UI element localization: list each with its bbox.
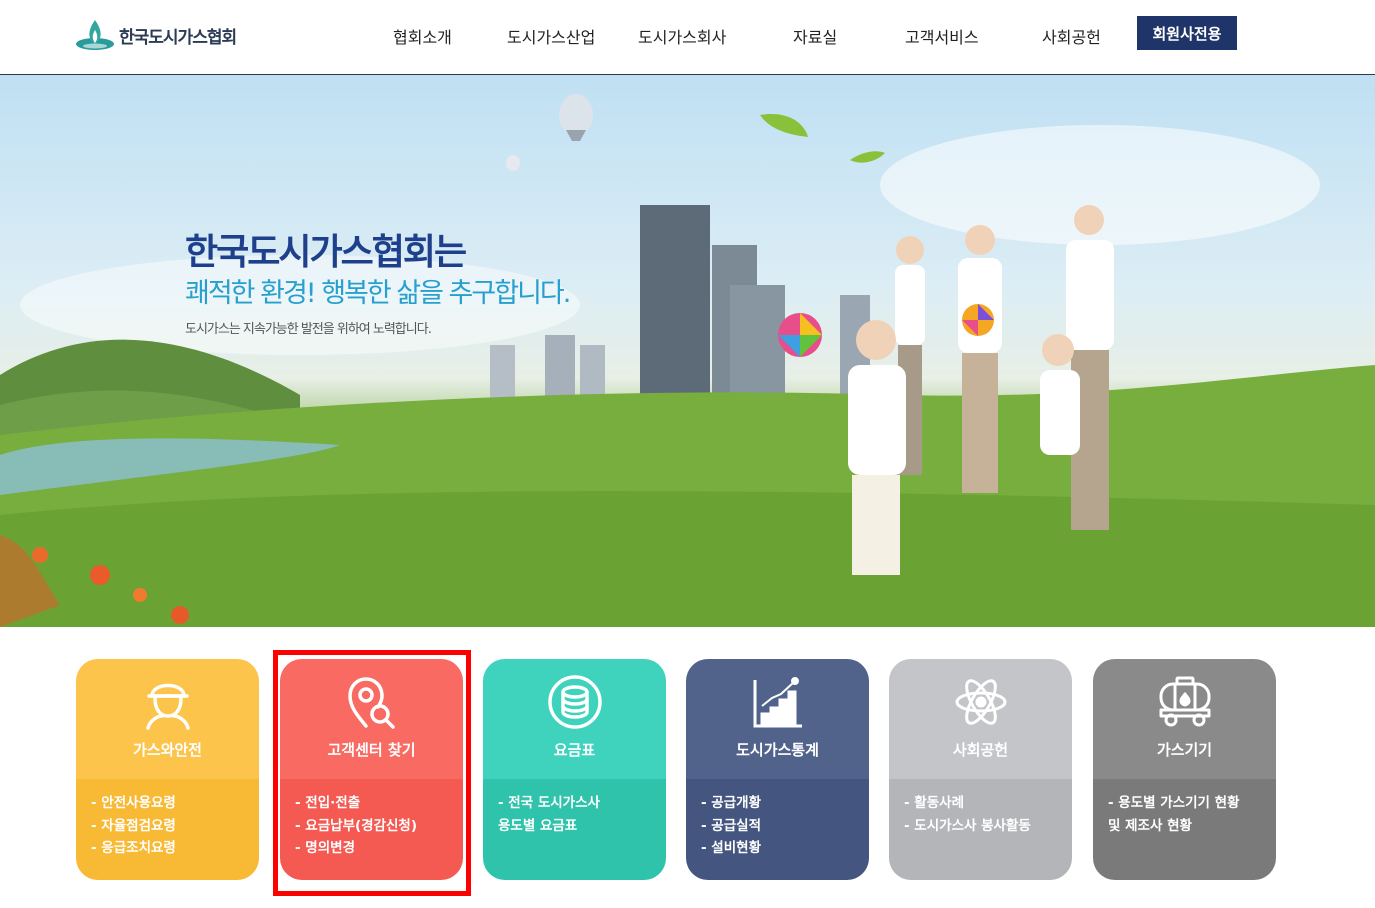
card-link[interactable]: 및 제조사 현황 — [1108, 815, 1266, 838]
card-link[interactable]: 용도별 요금표 — [498, 815, 656, 838]
card-gas-statistics[interactable]: 도시가스통계 - 공급개황 - 공급실적 - 설비현황 — [686, 659, 869, 880]
worker-helmet-icon — [76, 674, 259, 730]
card-link[interactable]: - 도시가스사 봉사활동 — [904, 815, 1062, 838]
card-title: 가스와안전 — [132, 741, 202, 759]
card-social-contribution[interactable]: 사회공헌 - 활동사례 - 도시가스사 봉사활동 — [889, 659, 1072, 880]
card-header: 도시가스통계 — [686, 659, 869, 779]
card-header: 사회공헌 — [889, 659, 1072, 779]
card-link[interactable]: - 응급조치요령 — [91, 837, 249, 860]
highlight-box — [273, 650, 471, 896]
card-title: 가스기기 — [1156, 741, 1213, 759]
coins-icon — [483, 674, 666, 730]
card-gas-appliances[interactable]: 가스기기 - 용도별 가스기기 현황 및 제조사 현황 — [1093, 659, 1276, 880]
bar-chart-icon — [686, 674, 869, 730]
nav-item-customer-service[interactable]: 고객서비스 — [905, 24, 979, 48]
card-link[interactable]: - 안전사용요령 — [91, 792, 249, 815]
card-title: 사회공헌 — [952, 741, 1009, 759]
nav-item-industry[interactable]: 도시가스산업 — [507, 24, 595, 48]
card-links-panel: - 활동사례 - 도시가스사 봉사활동 — [889, 779, 1072, 880]
nav-item-resources[interactable]: 자료실 — [793, 24, 837, 48]
hero-caption: 도시가스는 지속가능한 발전을 위하여 노력합니다. — [185, 322, 432, 337]
card-links-panel: - 용도별 가스기기 현황 및 제조사 현황 — [1093, 779, 1276, 880]
card-title: 요금표 — [553, 741, 596, 759]
card-gas-safety[interactable]: 가스와안전 - 안전사용요령 - 자율점검요령 - 응급조치요령 — [76, 659, 259, 880]
card-links-panel: - 전국 도시가스사 용도별 요금표 — [483, 779, 666, 880]
logo[interactable]: 한국도시가스협회 — [75, 18, 237, 52]
card-link[interactable]: - 활동사례 — [904, 792, 1062, 815]
card-title: 도시가스통계 — [736, 741, 819, 759]
card-link[interactable]: - 용도별 가스기기 현황 — [1108, 792, 1266, 815]
card-header: 가스기기 — [1093, 659, 1276, 779]
hero-banner: 한국도시가스협회는 쾌적한 환경! 행복한 삶을 추구합니다. 도시가스는 지속… — [0, 75, 1375, 627]
nav-item-companies[interactable]: 도시가스회사 — [638, 24, 726, 48]
card-link[interactable]: - 전국 도시가스사 — [498, 792, 656, 815]
card-links-panel: - 안전사용요령 - 자율점검요령 - 응급조치요령 — [76, 779, 259, 880]
card-header: 가스와안전 — [76, 659, 259, 779]
hero-subheadline: 쾌적한 환경! 행복한 삶을 추구합니다. — [185, 278, 571, 309]
card-links-panel: - 공급개황 - 공급실적 - 설비현황 — [686, 779, 869, 880]
hero-illustration — [0, 94, 1375, 627]
atom-icon — [889, 674, 1072, 730]
tank-truck-icon — [1093, 674, 1276, 730]
card-link[interactable]: - 공급실적 — [701, 815, 859, 838]
card-link[interactable]: - 공급개황 — [701, 792, 859, 815]
logo-text: 한국도시가스협회 — [119, 27, 237, 48]
site-header: 한국도시가스협회 협회소개 도시가스산업 도시가스회사 자료실 고객서비스 사회… — [0, 0, 1375, 75]
card-rate-table[interactable]: 요금표 - 전국 도시가스사 용도별 요금표 — [483, 659, 666, 880]
nav-item-about[interactable]: 협회소개 — [393, 24, 452, 48]
member-only-button[interactable]: 회원사전용 — [1137, 16, 1237, 50]
flame-logo-icon — [76, 20, 114, 50]
hero-headline: 한국도시가스협회는 — [185, 232, 467, 273]
card-link[interactable]: - 설비현황 — [701, 837, 859, 860]
nav-item-social-contribution[interactable]: 사회공헌 — [1042, 24, 1101, 48]
card-link[interactable]: - 자율점검요령 — [91, 815, 249, 838]
card-header: 요금표 — [483, 659, 666, 779]
